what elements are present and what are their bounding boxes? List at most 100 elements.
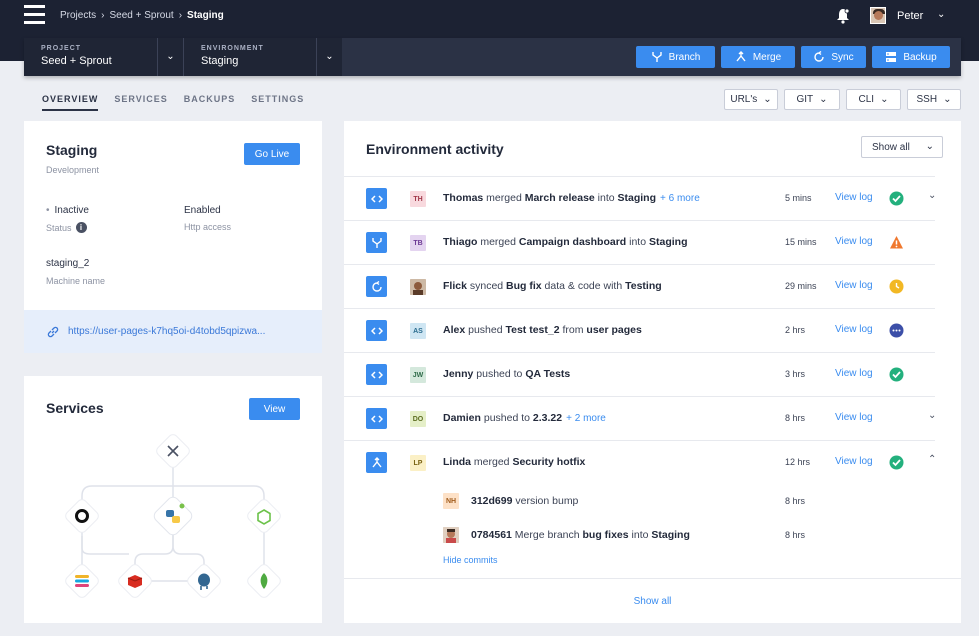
commit-author-initials: NH <box>443 493 459 509</box>
activity-text: Alex pushed Test test_2 from user pages <box>443 324 642 336</box>
user-initials: TH <box>410 191 426 207</box>
chevron-down-icon[interactable]: ⌄ <box>937 9 945 20</box>
activity-panel: Environment activity Show all ⌄ TH Thoma… <box>344 121 961 623</box>
activity-text: Flick synced Bug fix data & code with Te… <box>443 280 662 292</box>
show-all-link[interactable]: Show all <box>634 596 672 607</box>
hide-commits-link[interactable]: Hide commits <box>443 555 498 565</box>
machine-name-value: staging_2 <box>46 258 90 269</box>
branch-button[interactable]: Branch <box>636 46 715 68</box>
activity-row[interactable]: AS Alex pushed Test test_2 from user pag… <box>344 308 935 352</box>
branch-icon <box>366 232 387 253</box>
breadcrumb-projects[interactable]: Projects <box>60 10 96 21</box>
breadcrumb-project[interactable]: Seed + Sprout <box>109 10 173 21</box>
activity-time: 29 mins <box>785 281 817 291</box>
user-name[interactable]: Peter <box>897 10 923 22</box>
environment-card: Staging Development Go Live • Inactive St… <box>24 121 322 353</box>
http-access-value: Enabled <box>184 205 221 216</box>
activity-row[interactable]: Flick synced Bug fix data & code with Te… <box>344 264 935 308</box>
merge-icon <box>366 452 387 473</box>
view-log-link[interactable]: View log <box>835 456 873 467</box>
tab-settings[interactable]: SETTINGS <box>251 94 304 111</box>
chevron-down-icon[interactable]: ⌄ <box>157 38 183 76</box>
environment-url-text[interactable]: https://user-pages-k7hq5oi-d4tobd5qpizwa… <box>68 326 265 337</box>
environment-title: Staging <box>46 142 98 158</box>
chevron-down-icon: ⌄ <box>925 141 934 152</box>
tab-overview[interactable]: OVERVIEW <box>42 94 99 111</box>
urls-dropdown[interactable]: URL's ⌄ <box>724 89 778 110</box>
status-dot-icon: • <box>46 205 50 216</box>
chevron-down-icon[interactable]: ⌄ <box>928 190 936 201</box>
cli-dropdown[interactable]: CLI ⌄ <box>846 89 901 110</box>
mongodb-service-node[interactable] <box>246 563 283 600</box>
environment-url[interactable]: https://user-pages-k7hq5oi-d4tobd5qpizwa… <box>24 310 322 353</box>
merge-label: Merge <box>752 51 782 63</box>
project-selector[interactable]: PROJECT Seed + Sprout ⌄ <box>24 38 183 76</box>
redis-service-node[interactable] <box>117 563 154 600</box>
activity-filter-dropdown[interactable]: Show all ⌄ <box>861 136 943 158</box>
branch-label: Branch <box>668 51 701 63</box>
activity-time: 12 hrs <box>785 457 811 467</box>
more-link[interactable]: + 6 more <box>660 193 700 204</box>
breadcrumb: Projects › Seed + Sprout › Staging <box>60 10 224 21</box>
ssh-dropdown[interactable]: SSH ⌄ <box>907 89 961 110</box>
chevron-down-icon[interactable]: ⌄ <box>316 38 342 76</box>
user-avatar[interactable] <box>870 7 886 24</box>
cli-label: CLI <box>858 94 875 105</box>
chevron-down-icon[interactable]: ⌄ <box>928 410 936 421</box>
python-service-node[interactable] <box>152 495 194 537</box>
chevron-down-icon: ⌄ <box>880 94 889 105</box>
activity-time: 2 hrs <box>785 325 806 335</box>
view-log-link[interactable]: View log <box>835 324 873 335</box>
tab-backups[interactable]: BACKUPS <box>184 94 236 111</box>
elasticsearch-service-node[interactable] <box>64 563 101 600</box>
menu-icon[interactable] <box>24 5 46 25</box>
running-dots-icon <box>889 323 904 338</box>
postgresql-service-node[interactable] <box>186 563 223 600</box>
view-log-link[interactable]: View log <box>835 236 873 247</box>
chevron-down-icon: ⌄ <box>819 94 828 105</box>
success-check-icon <box>889 191 904 206</box>
http-access-label: Http access <box>184 222 232 232</box>
pending-clock-icon <box>889 279 904 294</box>
merge-button[interactable]: Merge <box>721 46 795 68</box>
activity-row[interactable]: JW Jenny pushed to QA Tests 3 hrs View l… <box>344 352 935 396</box>
view-log-link[interactable]: View log <box>835 412 873 423</box>
section-tabs: OVERVIEW SERVICES BACKUPS SETTINGS <box>42 94 304 111</box>
git-dropdown[interactable]: GIT ⌄ <box>784 89 840 110</box>
activity-text: Damien pushed to 2.3.22 + 2 more <box>443 412 606 424</box>
branch-icon <box>651 52 662 62</box>
warning-icon <box>890 236 903 249</box>
activity-row[interactable]: DO Damien pushed to 2.3.22 + 2 more 8 hrs… <box>344 396 936 440</box>
more-link[interactable]: + 2 more <box>566 413 606 424</box>
opsgenie-service-node[interactable] <box>64 498 101 535</box>
sync-button[interactable]: Sync <box>801 46 866 68</box>
view-log-link[interactable]: View log <box>835 280 873 291</box>
commit-time: 8 hrs <box>785 496 806 506</box>
info-icon[interactable]: i <box>75 222 87 233</box>
commit-item[interactable]: 312d699 version bump <box>471 495 578 507</box>
view-log-link[interactable]: View log <box>835 368 873 379</box>
commit-time: 8 hrs <box>785 530 806 540</box>
activity-row-expanded[interactable]: LP Linda merged Security hotfix 12 hrs V… <box>344 440 936 578</box>
merge-icon <box>736 51 746 62</box>
backup-button[interactable]: Backup <box>872 46 950 68</box>
chevron-right-icon: › <box>101 10 105 21</box>
chevron-up-icon[interactable]: ⌃ <box>928 454 936 465</box>
commit-author-avatar <box>443 527 459 543</box>
nodejs-service-node[interactable] <box>246 498 283 535</box>
activity-text: Thiago merged Campaign dashboard into St… <box>443 236 688 248</box>
tab-services[interactable]: SERVICES <box>114 94 167 111</box>
activity-row[interactable]: TH Thomas merged March release into Stag… <box>344 176 936 220</box>
merge-service-node[interactable] <box>155 433 192 470</box>
code-icon <box>366 364 387 385</box>
go-live-button[interactable]: Go Live <box>244 143 300 165</box>
activity-row[interactable]: TB Thiago merged Campaign dashboard into… <box>344 220 935 264</box>
commit-item[interactable]: 0784561 Merge branch bug fixes into Stag… <box>471 529 690 541</box>
code-icon <box>366 408 387 429</box>
environment-selector[interactable]: ENVIRONMENT Staging ⌄ <box>183 38 342 76</box>
user-initials: AS <box>410 323 426 339</box>
services-view-button[interactable]: View <box>249 398 300 420</box>
notification-bell-icon[interactable] <box>836 8 850 24</box>
environment-type: Development <box>46 165 100 175</box>
view-log-link[interactable]: View log <box>835 192 873 203</box>
